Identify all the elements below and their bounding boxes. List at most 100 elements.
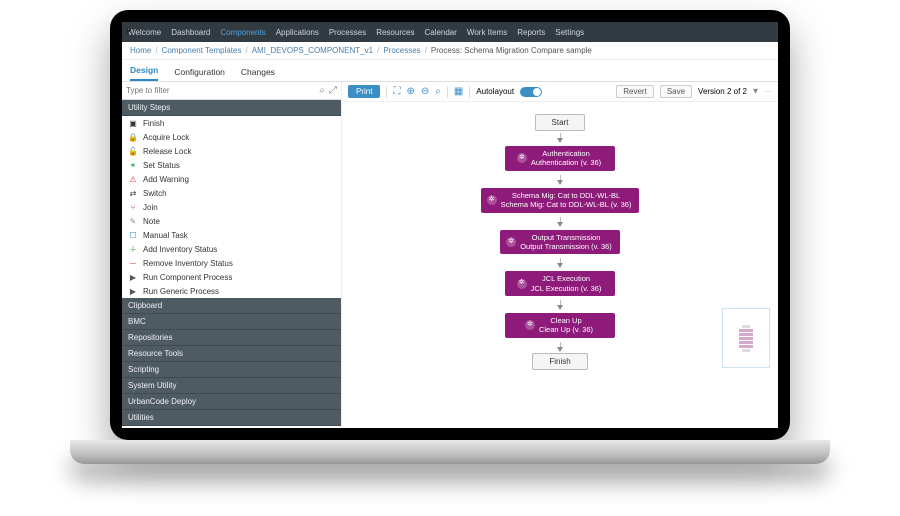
process-node[interactable]: ✲ Output TransmissionOutput Transmission … xyxy=(500,230,620,255)
canvas[interactable]: Print ⛶ ⊕ ⊖ ⌕ ▦ Autolayout Revert S xyxy=(342,82,778,428)
process-node[interactable]: ✲Schema Mig: Cat to DDL-WL-BLSchema Mig:… xyxy=(481,188,640,213)
autolayout-label: Autolayout xyxy=(476,87,514,96)
close-icon[interactable]: × xyxy=(126,26,132,37)
category-urbancode-deploy[interactable]: UrbanCode Deploy xyxy=(122,394,341,410)
step-add-inventory-status[interactable]: ＋ Add Inventory Status xyxy=(122,242,341,256)
category-utilities[interactable]: Utilities xyxy=(122,410,341,426)
step-remove-inventory-status[interactable]: － Remove Inventory Status xyxy=(122,256,341,270)
node-icon: ✲ xyxy=(517,279,527,289)
nav-reports[interactable]: Reports xyxy=(517,28,545,37)
nav-resources[interactable]: Resources xyxy=(376,28,414,37)
step-label: Remove Inventory Status xyxy=(143,259,233,268)
breadcrumb-link[interactable]: Home xyxy=(130,46,151,55)
step-icon: 🔒 xyxy=(128,132,138,142)
step-icon: ☐ xyxy=(128,230,138,240)
step-release-lock[interactable]: 🔓 Release Lock xyxy=(122,144,341,158)
category-open[interactable]: Utility Steps xyxy=(122,100,341,116)
zoom-reset-icon[interactable]: ⌕ xyxy=(435,86,441,97)
step-label: Release Lock xyxy=(143,147,191,156)
zoom-in-icon[interactable]: ⊕ xyxy=(406,86,414,97)
step-add-warning[interactable]: ⚠Add Warning xyxy=(122,172,341,186)
step-label: Join xyxy=(143,203,158,212)
step-manual-task[interactable]: ☐Manual Task xyxy=(122,228,341,242)
node-icon: ✲ xyxy=(487,195,497,205)
zoom-out-icon[interactable]: ⊖ xyxy=(421,86,429,97)
tabs: Design Configuration Changes xyxy=(122,60,778,82)
breadcrumb-link[interactable]: Component Templates xyxy=(162,46,242,55)
step-label: Run Component Process xyxy=(143,273,232,282)
nav-components[interactable]: Components xyxy=(220,28,265,37)
step-icon: ✎ xyxy=(128,216,138,226)
minimap[interactable] xyxy=(722,308,770,368)
nav-calendar[interactable]: Calendar xyxy=(424,28,456,37)
step-run-component-process[interactable]: ▶ Run Component Process xyxy=(122,270,341,284)
process-node[interactable]: ✲ JCL ExecutionJCL Execution (v. 36) xyxy=(505,271,615,296)
category-scripting[interactable]: Scripting xyxy=(122,362,341,378)
start-node[interactable]: Start xyxy=(535,114,586,131)
top-nav: Welcome Dashboard Components Applications Pr… xyxy=(122,22,778,42)
node-label: Output TransmissionOutput Transmission (… xyxy=(520,233,612,252)
zoom-fit-icon[interactable]: ⛶ xyxy=(393,86,400,97)
revert-button[interactable]: Revert xyxy=(616,85,654,98)
step-icon: ⑂ xyxy=(128,202,138,212)
expand-icon[interactable]: ⤢ xyxy=(329,85,337,96)
step-label: Add Inventory Status xyxy=(143,245,217,254)
filter-input[interactable] xyxy=(126,86,315,95)
nav-applications[interactable]: Applications xyxy=(276,28,319,37)
step-label: Run Generic Process xyxy=(143,287,219,296)
step-switch[interactable]: ⇄ Switch xyxy=(122,186,341,200)
step-run-generic-process[interactable]: ▶Run Generic Process xyxy=(122,284,341,298)
nav-settings[interactable]: Settings xyxy=(555,28,584,37)
canvas-toolbar: Print ⛶ ⊕ ⊖ ⌕ ▦ Autolayout Revert S xyxy=(342,82,778,102)
print-button[interactable]: Print xyxy=(348,85,380,98)
nav-processes[interactable]: Processes xyxy=(329,28,366,37)
tab-configuration[interactable]: Configuration xyxy=(174,67,225,81)
process-node[interactable]: ✲ Clean UpClean Up (v. 36) xyxy=(505,313,615,338)
step-icon: ▣ xyxy=(128,118,138,128)
breadcrumb: Home/ Component Templates/ AMI_DEVOPS_CO… xyxy=(122,42,778,60)
step-finish[interactable]: ▣ Finish xyxy=(122,116,341,130)
node-label: AuthenticationAuthentication (v. 36) xyxy=(531,149,601,168)
node-label: Clean UpClean Up (v. 36) xyxy=(539,316,593,335)
node-icon: ✲ xyxy=(525,320,535,330)
search-icon[interactable]: ⌕ xyxy=(319,85,325,96)
tab-design[interactable]: Design xyxy=(130,65,158,81)
step-icon: ▶ xyxy=(128,272,138,282)
step-icon: ✶ xyxy=(128,160,138,170)
step-icon: ＋ xyxy=(128,244,138,254)
chevron-down-icon[interactable]: ▾ xyxy=(753,86,758,97)
step-label: Add Warning xyxy=(143,175,189,184)
category-bmc[interactable]: BMC xyxy=(122,314,341,330)
process-node[interactable]: ✲AuthenticationAuthentication (v. 36) xyxy=(505,146,615,171)
step-label: Switch xyxy=(143,189,167,198)
category-system-utility[interactable]: System Utility xyxy=(122,378,341,394)
step-set-status[interactable]: ✶Set Status xyxy=(122,158,341,172)
step-icon: ⇄ xyxy=(128,188,138,198)
step-acquire-lock[interactable]: 🔒Acquire Lock xyxy=(122,130,341,144)
node-label: JCL ExecutionJCL Execution (v. 36) xyxy=(531,274,602,293)
category-clipboard[interactable]: Clipboard xyxy=(122,298,341,314)
breadcrumb-link[interactable]: AMI_DEVOPS_COMPONENT_v1 xyxy=(252,46,373,55)
more-icon[interactable]: ⋯ xyxy=(764,87,772,96)
node-icon: ✲ xyxy=(506,237,516,247)
step-join[interactable]: ⑂ Join xyxy=(122,200,341,214)
autolayout-toggle[interactable] xyxy=(520,87,542,97)
finish-node[interactable]: Finish xyxy=(532,353,587,370)
breadcrumb-current: Process: Schema Migration Compare sample xyxy=(431,46,592,55)
step-note[interactable]: ✎ Note xyxy=(122,214,341,228)
step-label: Finish xyxy=(143,119,164,128)
filter-bar: ⌕ ⤢ xyxy=(122,82,341,100)
nav-work-items[interactable]: Work Items xyxy=(467,28,507,37)
step-icon: 🔓 xyxy=(128,146,138,156)
step-icon: － xyxy=(128,258,138,268)
nav-welcome[interactable]: Welcome xyxy=(128,28,161,37)
nav-dashboard[interactable]: Dashboard xyxy=(171,28,210,37)
save-button[interactable]: Save xyxy=(660,85,692,98)
category-resource-tools[interactable]: Resource Tools xyxy=(122,346,341,362)
sidebar: ⌕ ⤢ Utility Steps ▣ Finish 🔒Acquire Lock 🔓 R… xyxy=(122,82,342,428)
tab-changes[interactable]: Changes xyxy=(241,67,275,81)
category-repositories[interactable]: Repositories xyxy=(122,330,341,346)
calendar-icon[interactable]: ▦ xyxy=(454,86,463,97)
breadcrumb-link[interactable]: Processes xyxy=(383,46,420,55)
step-label: Note xyxy=(143,217,160,226)
